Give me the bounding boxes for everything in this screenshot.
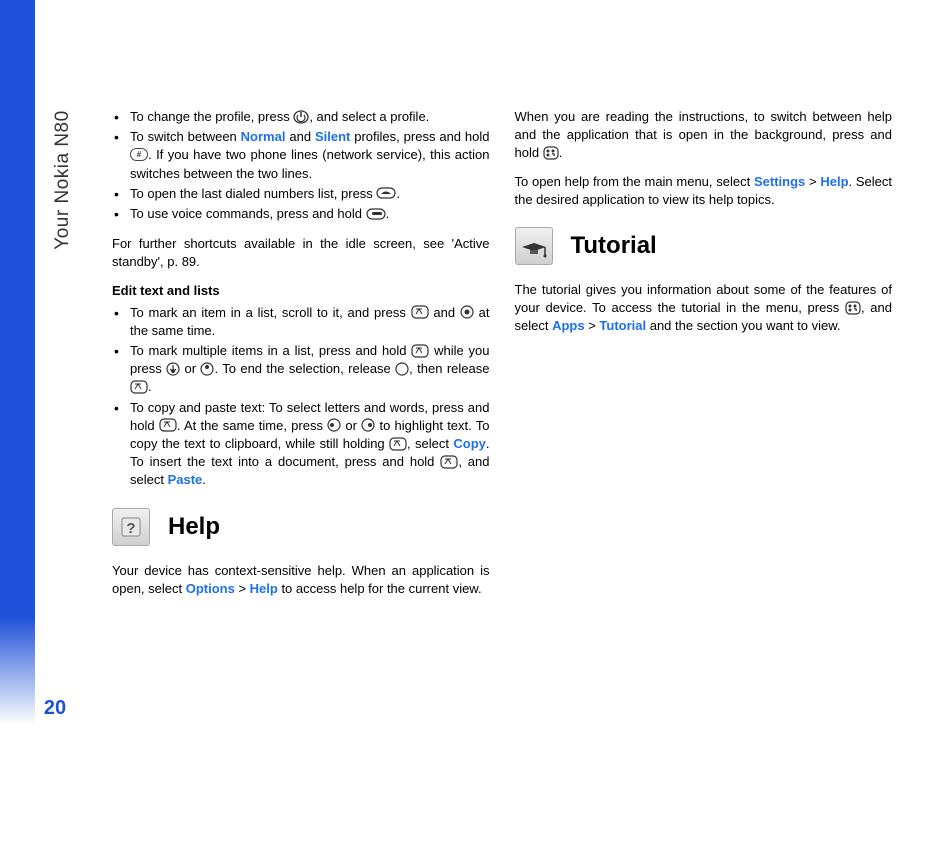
side-title: Your Nokia N80 [50, 110, 77, 249]
text: , then release [409, 361, 489, 376]
menu-link-silent: Silent [315, 129, 350, 144]
text: . [202, 472, 206, 487]
tutorial-paragraph: The tutorial gives you information about… [515, 281, 893, 336]
column-right: When you are reading the instructions, t… [515, 108, 893, 608]
text: and [429, 305, 460, 320]
text: To switch between [130, 129, 241, 144]
text: . [396, 186, 400, 201]
text: . [386, 206, 390, 221]
nav-down-icon [166, 362, 180, 376]
tutorial-title: Tutorial [571, 229, 657, 263]
edit-list: To mark an item in a list, scroll to it,… [112, 304, 490, 490]
list-item: To copy and paste text: To select letter… [112, 399, 490, 490]
text: or [180, 361, 200, 376]
text: To use voice commands, press and hold [130, 206, 366, 221]
text: . At the same time, press [177, 418, 327, 433]
help-paragraph-1: Your device has context-sensitive help. … [112, 562, 490, 598]
help-paragraph-3: To open help from the main menu, select … [515, 173, 893, 209]
menu-link-normal: Normal [241, 129, 286, 144]
text: When you are reading the instructions, t… [515, 109, 893, 160]
shortcuts-footer: For further shortcuts available in the i… [112, 235, 490, 271]
menu-link-copy: Copy [453, 436, 486, 451]
text: . [559, 145, 563, 160]
edit-key-icon [411, 344, 429, 358]
list-item: To mark multiple items in a list, press … [112, 342, 490, 397]
text: . [148, 379, 152, 394]
nav-right-icon [361, 418, 375, 432]
edit-key-icon [411, 305, 429, 319]
nav-icon [395, 362, 409, 376]
text: To mark an item in a list, scroll to it,… [130, 305, 411, 320]
menu-key-icon [543, 146, 559, 160]
tutorial-app-icon [515, 227, 553, 265]
shortcuts-list: To change the profile, press , and selec… [112, 108, 490, 223]
text: , select [407, 436, 453, 451]
menu-link-settings: Settings [754, 174, 805, 189]
text: profiles, press and hold [350, 129, 489, 144]
page-number: 20 [35, 694, 75, 722]
menu-link-options: Options [186, 581, 235, 596]
text: and the section you want to view. [646, 318, 840, 333]
text: > [805, 174, 820, 189]
blue-sidebar [0, 0, 35, 725]
page-content: To change the profile, press , and selec… [112, 108, 892, 608]
list-item: To change the profile, press , and selec… [112, 108, 490, 126]
text: and [285, 129, 314, 144]
hash-key-icon: # [130, 148, 148, 161]
text: The tutorial gives you information about… [515, 282, 893, 315]
text: or [341, 418, 361, 433]
edit-key-icon [130, 380, 148, 394]
power-key-icon [293, 110, 309, 124]
softkey-icon [366, 208, 386, 220]
help-paragraph-2: When you are reading the instructions, t… [515, 108, 893, 163]
text: > [585, 318, 600, 333]
list-item: To mark an item in a list, scroll to it,… [112, 304, 490, 340]
text: To open the last dialed numbers list, pr… [130, 186, 376, 201]
text: , and select a profile. [309, 109, 429, 124]
list-item: To use voice commands, press and hold . [112, 205, 490, 223]
help-header: ? Help [112, 508, 490, 546]
svg-text:?: ? [126, 520, 135, 537]
text: . If you have two phone lines (network s… [130, 147, 490, 180]
help-app-icon: ? [112, 508, 150, 546]
list-item: To switch between Normal and Silent prof… [112, 128, 490, 183]
menu-link-help: Help [250, 581, 278, 596]
column-left: To change the profile, press , and selec… [112, 108, 490, 608]
text: To change the profile, press [130, 109, 293, 124]
nav-left-icon [327, 418, 341, 432]
edit-heading: Edit text and lists [112, 282, 490, 300]
tutorial-header: Tutorial [515, 227, 893, 265]
call-key-icon [376, 187, 396, 199]
text: > [235, 581, 250, 596]
text: . To end the selection, release [214, 361, 395, 376]
edit-key-icon [440, 455, 458, 469]
text: To mark multiple items in a list, press … [130, 343, 411, 358]
help-title: Help [168, 510, 220, 544]
text: to access help for the current view. [278, 581, 482, 596]
center-nav-icon [460, 305, 474, 319]
edit-key-icon [389, 437, 407, 451]
text: To open help from the main menu, select [515, 174, 754, 189]
menu-key-icon [845, 301, 861, 315]
menu-link-paste: Paste [168, 472, 203, 487]
edit-key-icon [159, 418, 177, 432]
menu-link-apps: Apps [552, 318, 585, 333]
menu-link-tutorial: Tutorial [599, 318, 646, 333]
list-item: To open the last dialed numbers list, pr… [112, 185, 490, 203]
menu-link-help: Help [820, 174, 848, 189]
nav-up-icon [200, 362, 214, 376]
